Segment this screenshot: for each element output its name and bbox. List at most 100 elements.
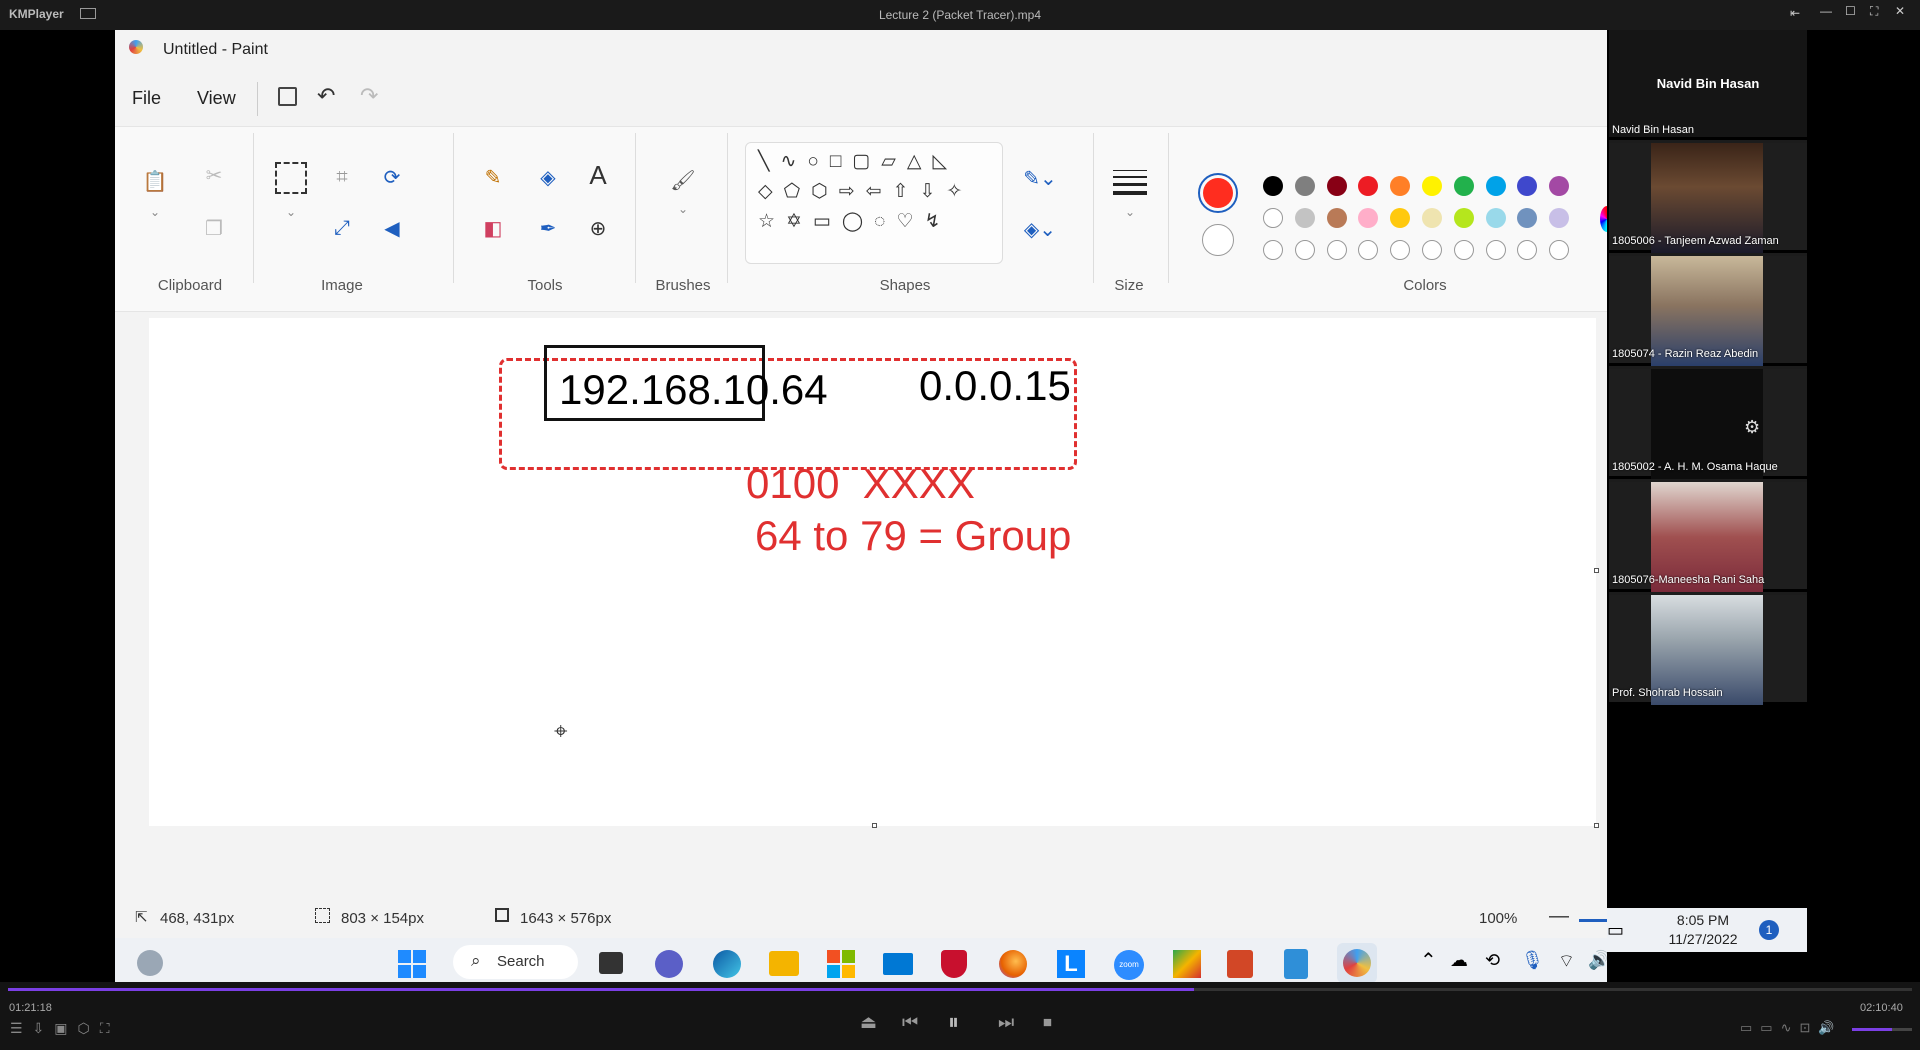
save-icon[interactable] bbox=[278, 87, 297, 106]
color-swatch[interactable] bbox=[1294, 176, 1315, 196]
sync-icon[interactable]: ⟲ bbox=[1485, 950, 1500, 971]
player-toolbar-icons[interactable]: ☰⇩▣⬡⛶ bbox=[10, 1020, 120, 1037]
participant-tile[interactable]: ⚙ 1805002 - A. H. M. Osama Haque bbox=[1609, 369, 1807, 479]
color-swatch[interactable] bbox=[1326, 176, 1347, 196]
pencil-icon[interactable]: ✎ bbox=[478, 162, 508, 192]
microphone-icon[interactable]: 🎙 bbox=[1521, 950, 1544, 971]
color-swatch[interactable] bbox=[1263, 208, 1283, 228]
store-icon[interactable] bbox=[827, 950, 855, 978]
custom-color-slot[interactable] bbox=[1294, 240, 1315, 260]
outline-icon[interactable]: ✎⌄ bbox=[1020, 165, 1060, 191]
seek-bar[interactable] bbox=[8, 988, 1912, 991]
battery-icon[interactable]: ▭ bbox=[1607, 920, 1624, 941]
color-swatch[interactable] bbox=[1485, 208, 1506, 228]
edit-colors-icon[interactable] bbox=[1600, 206, 1607, 232]
chevron-up-icon[interactable]: ⌃ bbox=[1420, 948, 1437, 973]
onedrive-icon[interactable]: ☁ bbox=[1450, 950, 1468, 971]
close-icon[interactable]: ✕ bbox=[1895, 4, 1905, 18]
previous-icon[interactable]: ⏮ bbox=[902, 1012, 918, 1033]
zoom-level[interactable]: 100% bbox=[1479, 910, 1517, 927]
custom-color-slot[interactable] bbox=[1263, 240, 1283, 260]
player-right-icons[interactable]: ▭▭∿⊡🔊 bbox=[1740, 1020, 1843, 1036]
paste-icon[interactable]: 📋 bbox=[140, 160, 170, 202]
brush-icon[interactable]: 🖌 bbox=[668, 162, 698, 198]
notepad-icon[interactable] bbox=[1284, 949, 1308, 979]
app-icon[interactable] bbox=[1173, 950, 1201, 978]
pin-icon[interactable]: ⇤ bbox=[1790, 6, 1800, 20]
rotate-icon[interactable]: ⟳ bbox=[377, 162, 407, 192]
volume-slider[interactable] bbox=[1852, 1028, 1912, 1031]
custom-color-slot[interactable] bbox=[1453, 240, 1474, 260]
canvas-resize-handle[interactable] bbox=[1594, 823, 1599, 828]
task-view-icon[interactable] bbox=[599, 952, 623, 974]
next-icon[interactable]: ⏭ bbox=[998, 1012, 1014, 1033]
participant-tile[interactable]: 1805076-Maneesha Rani Saha bbox=[1609, 482, 1807, 592]
edge-icon[interactable] bbox=[713, 950, 741, 978]
resize-icon[interactable]: ⤢ bbox=[327, 213, 357, 243]
pause-icon[interactable]: ⏸ bbox=[948, 1009, 959, 1035]
size-icon[interactable] bbox=[1113, 170, 1147, 195]
fill-shape-icon[interactable]: ◈⌄ bbox=[1020, 216, 1060, 242]
canvas-resize-handle[interactable] bbox=[1594, 568, 1599, 573]
custom-color-slot[interactable] bbox=[1326, 240, 1347, 260]
start-icon[interactable] bbox=[398, 950, 426, 978]
canvas-resize-handle[interactable] bbox=[872, 823, 877, 828]
color-swatch[interactable] bbox=[1453, 176, 1474, 196]
widgets-icon[interactable] bbox=[137, 950, 163, 976]
eraser-icon[interactable]: ◧ bbox=[478, 213, 508, 243]
custom-color-slot[interactable] bbox=[1485, 240, 1506, 260]
paste-dropdown-icon[interactable]: ⌄ bbox=[145, 205, 165, 219]
taskbar-date[interactable]: 11/27/2022 bbox=[1661, 931, 1745, 947]
custom-color-slot[interactable] bbox=[1422, 240, 1442, 260]
firefox-icon[interactable] bbox=[999, 950, 1027, 978]
paint-taskbar-button[interactable] bbox=[1337, 943, 1377, 982]
color-swatch[interactable] bbox=[1326, 208, 1347, 228]
menu-view[interactable]: View bbox=[197, 88, 236, 109]
taskbar-time[interactable]: 8:05 PM bbox=[1661, 912, 1745, 928]
volume-icon[interactable]: 🔊 bbox=[1588, 950, 1607, 971]
notification-badge[interactable]: 1 bbox=[1759, 920, 1779, 940]
zoom-slider[interactable] bbox=[1579, 919, 1607, 922]
redo-icon[interactable]: ↷ bbox=[360, 83, 378, 109]
crop-icon[interactable]: ⌗ bbox=[327, 162, 357, 192]
magnifier-icon[interactable]: ⊕ bbox=[583, 213, 613, 243]
undo-icon[interactable]: ↶ bbox=[317, 83, 335, 109]
maximize-icon[interactable]: ☐ bbox=[1845, 4, 1856, 18]
zoom-out-icon[interactable]: — bbox=[1549, 905, 1569, 928]
participant-tile[interactable]: 1805006 - Tanjeem Azwad Zaman bbox=[1609, 143, 1807, 253]
primary-color-selector[interactable] bbox=[1198, 173, 1238, 213]
participant-tile[interactable]: 1805074 - Razin Reaz Abedin bbox=[1609, 256, 1807, 366]
select-icon[interactable] bbox=[275, 162, 307, 194]
select-dropdown-icon[interactable]: ⌄ bbox=[281, 205, 301, 219]
secondary-color-selector[interactable] bbox=[1202, 224, 1234, 256]
color-swatch[interactable] bbox=[1422, 208, 1442, 228]
color-picker-icon[interactable]: ✒ bbox=[533, 213, 563, 243]
size-dropdown-icon[interactable]: ⌄ bbox=[1120, 205, 1140, 219]
teams-icon[interactable] bbox=[655, 950, 683, 978]
color-swatch[interactable] bbox=[1422, 176, 1442, 196]
participant-tile[interactable]: Prof. Shohrab Hossain bbox=[1609, 595, 1807, 705]
cut-icon[interactable]: ✂ bbox=[199, 160, 229, 190]
color-swatch[interactable] bbox=[1485, 176, 1506, 196]
color-swatch[interactable] bbox=[1453, 208, 1474, 228]
color-swatch[interactable] bbox=[1263, 176, 1283, 196]
zoom-app-icon[interactable]: zoom bbox=[1114, 950, 1144, 980]
copy-icon[interactable]: ❐ bbox=[199, 213, 229, 243]
host-tile[interactable]: Navid Bin Hasan Navid Bin Hasan bbox=[1609, 30, 1807, 140]
color-swatch[interactable] bbox=[1294, 208, 1315, 228]
gear-icon[interactable]: ⚙ bbox=[1744, 417, 1760, 438]
brush-dropdown-icon[interactable]: ⌄ bbox=[673, 202, 693, 216]
minimize-icon[interactable]: — bbox=[1820, 4, 1832, 18]
file-explorer-icon[interactable] bbox=[769, 951, 799, 976]
mcafee-icon[interactable] bbox=[941, 950, 967, 978]
menu-file[interactable]: File bbox=[132, 88, 161, 109]
flip-icon[interactable]: ◀ bbox=[377, 213, 407, 243]
fill-icon[interactable]: ◈ bbox=[533, 162, 563, 192]
eject-icon[interactable]: ⏏ bbox=[860, 1012, 877, 1033]
mail-icon[interactable] bbox=[883, 953, 913, 975]
l-app-icon[interactable]: L bbox=[1057, 950, 1085, 978]
drawing-canvas[interactable]: 192.168.10.64 0.0.0.15 0100 XXXX 64 to 7… bbox=[149, 318, 1599, 828]
shapes-gallery[interactable]: ╲∿○□▢▱△◺ ◇⬠⬡⇨⇦⇧⇩✧ ☆✡▭◯◌♡↯ bbox=[745, 142, 1003, 264]
text-icon[interactable]: A bbox=[583, 160, 613, 190]
powerpoint-icon[interactable] bbox=[1227, 950, 1253, 978]
